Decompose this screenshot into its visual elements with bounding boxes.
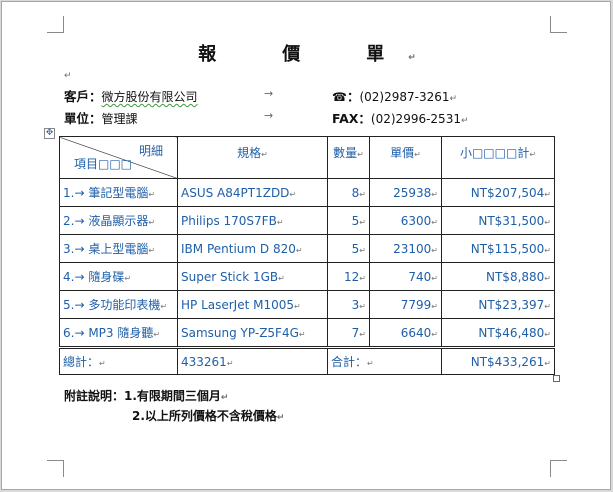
table-row: 1.→ 筆記型電腦↵ ASUS A84PT1ZDD↵ 8↵ 25938↵ NT$… xyxy=(59,178,555,207)
header-detail-top: 明細 xyxy=(138,144,163,158)
fax-label: FAX： xyxy=(332,111,371,126)
empty-line[interactable]: ↵ xyxy=(64,66,72,82)
cell-price[interactable]: 25938↵ xyxy=(369,178,442,207)
table-move-handle-icon[interactable]: ✥ xyxy=(44,128,55,139)
table-resize-handle[interactable] xyxy=(553,375,560,382)
cell-price[interactable]: 7799↵ xyxy=(369,290,442,319)
cell-qty[interactable]: 7↵ xyxy=(327,318,370,348)
cell-item[interactable]: 5.→ 多功能印表機↵ xyxy=(59,290,178,319)
cell-subtotal[interactable]: NT$23,397↵ xyxy=(441,290,555,319)
quote-table: 明細 項目□□□ 規格↵ 數量↵ 單價↵ 小□□□□計↵ 1.→ 筆記型電腦↵ … xyxy=(59,136,555,375)
customer-label: 客戶： xyxy=(64,89,102,104)
cell-item[interactable]: 3.→ 桌上型電腦↵ xyxy=(59,234,178,263)
cell-subtotal[interactable]: NT$115,500↵ xyxy=(441,234,555,263)
cell-sum-value[interactable]: NT$433,261↵ xyxy=(441,346,555,375)
cell-spec[interactable]: IBM Pentium D 820↵ xyxy=(177,234,328,263)
paragraph-mark: ↵ xyxy=(64,71,72,81)
cell-qty[interactable]: 12↵ xyxy=(327,262,370,291)
header-detail-bottom: 項目□□□ xyxy=(74,157,133,171)
unit-value: 管理課 xyxy=(101,112,138,126)
unit-line[interactable]: 單位：管理課 xyxy=(64,108,138,127)
cell-qty[interactable]: 5↵ xyxy=(327,206,370,235)
cell-item[interactable]: 2.→ 液晶顯示器↵ xyxy=(59,206,178,235)
cell-total-label[interactable]: 總計：↵ xyxy=(59,346,178,375)
cell-total-value[interactable]: 433261↵ xyxy=(177,346,328,375)
cell-price[interactable]: 23100↵ xyxy=(369,234,442,263)
cell-subtotal[interactable]: NT$207,504↵ xyxy=(441,178,555,207)
telephone-icon: ☎ xyxy=(332,90,347,104)
cell-qty[interactable]: 5↵ xyxy=(327,234,370,263)
phone-value: (02)2987-3261 xyxy=(359,90,450,104)
paragraph-mark: ↵ xyxy=(220,393,229,403)
table-row: 4.→ 隨身碟↵ Super Stick 1GB↵ 12↵ 740↵ NT$8,… xyxy=(59,262,555,291)
fax-value: (02)2996-2531 xyxy=(370,112,461,126)
paragraph-mark: ↵ xyxy=(276,413,285,423)
cell-price[interactable]: 740↵ xyxy=(369,262,442,291)
header-cell-qty[interactable]: 數量↵ xyxy=(327,136,370,179)
paragraph-mark: ↵ xyxy=(408,53,416,63)
cell-item[interactable]: 4.→ 隨身碟↵ xyxy=(59,262,178,291)
cell-spec[interactable]: ASUS A84PT1ZDD↵ xyxy=(177,178,328,207)
tab-arrow: → xyxy=(264,109,274,122)
header-cell-detail[interactable]: 明細 項目□□□ xyxy=(59,136,178,179)
fax-line[interactable]: FAX：(02)2996-2531↵ xyxy=(332,108,469,127)
title-text: 報 價 單 xyxy=(198,44,409,65)
table-row: 3.→ 桌上型電腦↵ IBM Pentium D 820↵ 5↵ 23100↵ … xyxy=(59,234,555,263)
margin-corner-top-right xyxy=(550,16,567,33)
margin-corner-top-left xyxy=(47,16,64,33)
cell-sum-label[interactable]: 合計：↵ xyxy=(327,346,442,375)
cell-spec[interactable]: HP LaserJet M1005↵ xyxy=(177,290,328,319)
cell-item[interactable]: 1.→ 筆記型電腦↵ xyxy=(59,178,178,207)
cell-qty[interactable]: 8↵ xyxy=(327,178,370,207)
cell-qty[interactable]: 3↵ xyxy=(327,290,370,319)
customer-line[interactable]: 客戶：微方股份有限公司 xyxy=(64,86,198,105)
header-cell-subtotal[interactable]: 小□□□□計↵ xyxy=(441,136,555,179)
margin-corner-bottom-right xyxy=(550,460,567,477)
document-title[interactable]: 報 價 單↵ xyxy=(2,40,612,66)
header-cell-spec[interactable]: 規格↵ xyxy=(177,136,328,179)
cell-price[interactable]: 6640↵ xyxy=(369,318,442,348)
table-total-row: 總計：↵ 433261↵ 合計：↵ NT$433,261↵ xyxy=(59,346,555,375)
table-row: 6.→ MP3 隨身聽↵ Samsung YP-Z5F4G↵ 7↵ 6640↵ … xyxy=(59,318,555,348)
table-row: 2.→ 液晶顯示器↵ Philips 170S7FB↵ 5↵ 6300↵ NT$… xyxy=(59,206,555,235)
table-header-row: 明細 項目□□□ 規格↵ 數量↵ 單價↵ 小□□□□計↵ xyxy=(59,136,555,179)
cell-price[interactable]: 6300↵ xyxy=(369,206,442,235)
customer-value: 微方股份有限公司 xyxy=(101,90,198,104)
phone-line[interactable]: ☎：(02)2987-3261↵ xyxy=(332,86,457,105)
paragraph-mark: ↵ xyxy=(460,116,469,126)
document-page: 報 價 單↵ ↵ 客戶：微方股份有限公司 → ☎：(02)2987-3261↵ … xyxy=(1,1,611,490)
cell-subtotal[interactable]: NT$31,500↵ xyxy=(441,206,555,235)
table-row: 5.→ 多功能印表機↵ HP LaserJet M1005↵ 3↵ 7799↵ … xyxy=(59,290,555,319)
cell-item[interactable]: 6.→ MP3 隨身聽↵ xyxy=(59,318,178,348)
cell-spec[interactable]: Super Stick 1GB↵ xyxy=(177,262,328,291)
paragraph-mark: ↵ xyxy=(449,94,458,104)
cell-subtotal[interactable]: NT$8,880↵ xyxy=(441,262,555,291)
cell-spec[interactable]: Samsung YP-Z5F4G↵ xyxy=(177,318,328,348)
cell-spec[interactable]: Philips 170S7FB↵ xyxy=(177,206,328,235)
margin-corner-bottom-left xyxy=(47,460,64,477)
cell-subtotal[interactable]: NT$46,480↵ xyxy=(441,318,555,348)
note-line-1[interactable]: 附註說明：1.有限期間三個月↵ xyxy=(64,387,228,404)
tab-arrow: → xyxy=(264,87,274,100)
header-cell-unit-price[interactable]: 單價↵ xyxy=(369,136,442,179)
unit-label: 單位： xyxy=(64,111,102,126)
note-line-2[interactable]: 2.以上所列價格不含稅價格↵ xyxy=(132,407,284,424)
